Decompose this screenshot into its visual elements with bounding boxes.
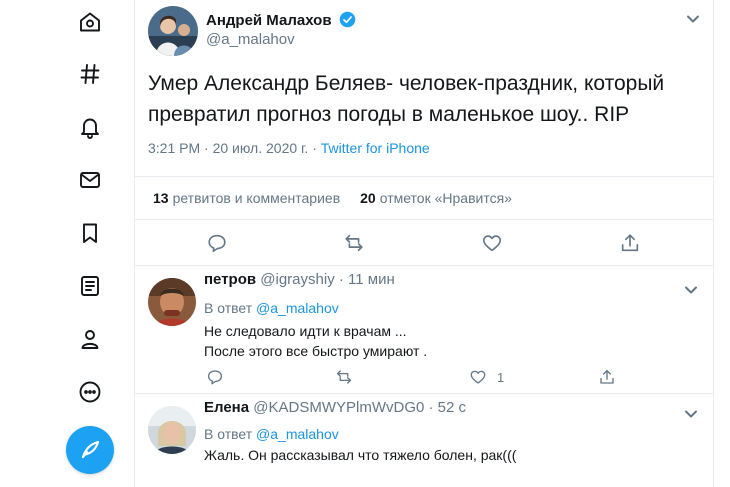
share-icon — [600, 369, 614, 384]
in-reply-to: В ответ @a_malahov — [204, 426, 339, 442]
reply-menu-chevron-icon[interactable] — [683, 406, 699, 422]
reply-author-handle[interactable]: @igrayshiy — [260, 271, 334, 288]
notifications-icon[interactable] — [76, 113, 104, 141]
tweet-actions — [135, 232, 713, 260]
tweet-menu-chevron-icon[interactable] — [685, 11, 701, 27]
retweets-stat[interactable]: 13 ретвитов и комментариев — [153, 190, 340, 206]
reply-menu-chevron-icon[interactable] — [683, 282, 699, 298]
retweets-label: ретвитов и комментариев — [172, 190, 341, 206]
reply-header: Елена @KADSMWYPlmWvDG0 · 52 с — [204, 399, 466, 416]
more-icon[interactable] — [76, 378, 104, 406]
retweet-icon — [345, 234, 363, 252]
reply-button[interactable] — [206, 232, 228, 254]
retweet-button[interactable] — [343, 232, 365, 254]
likes-label: отметок «Нравится» — [379, 190, 512, 206]
retweet-button[interactable] — [335, 368, 353, 386]
tweet-source-link[interactable]: Twitter for iPhone — [321, 140, 430, 156]
reply-icon — [208, 234, 226, 253]
likes-stat[interactable]: 20 отметок «Нравится» — [360, 190, 512, 206]
heart-icon — [482, 235, 502, 252]
left-nav-sidebar — [0, 0, 134, 487]
tweet-timestamp[interactable]: 3:21 PM · 20 июл. 2020 г. · — [148, 140, 321, 156]
reply-text: Не следовало идти к врачам ... После это… — [204, 323, 428, 359]
like-button[interactable]: 1 — [469, 368, 504, 386]
like-count: 1 — [497, 369, 505, 385]
reply-header: петров @igrayshiy · 11 мин — [204, 271, 395, 288]
main-tweet[interactable]: Андрей Малахов @a_malahov Умер Александр… — [135, 0, 713, 266]
share-button[interactable] — [598, 368, 616, 386]
main-column: Андрей Малахов @a_malahov Умер Александр… — [134, 0, 714, 487]
verified-badge-icon — [339, 11, 356, 28]
tweet-meta: 3:21 PM · 20 июл. 2020 г. · Twitter for … — [148, 140, 430, 156]
share-icon — [621, 234, 639, 252]
reply-timestamp[interactable]: · 52 с — [424, 399, 467, 416]
author-handle[interactable]: @a_malahov — [206, 31, 295, 48]
in-reply-label: В ответ — [204, 300, 257, 316]
profile-icon[interactable] — [76, 325, 104, 353]
author-avatar[interactable] — [148, 6, 198, 56]
in-reply-to: В ответ @a_malahov — [204, 300, 339, 316]
retweet-icon — [336, 370, 352, 384]
tweet-stats: 13 ретвитов и комментариев 20 отметок «Нра… — [135, 176, 713, 220]
in-reply-mention[interactable]: @a_malahov — [256, 426, 339, 442]
reply-button[interactable] — [206, 368, 224, 386]
reply-author-name[interactable]: Елена — [204, 399, 249, 416]
heart-icon — [470, 370, 486, 384]
reply-icon — [207, 370, 223, 385]
reply-author-handle[interactable]: @KADSMWYPlmWvDG0 — [253, 399, 424, 416]
compose-tweet-button[interactable] — [66, 426, 114, 474]
reply-text: Жаль. Он рассказывал что тяжело болен, р… — [204, 447, 517, 463]
reply-timestamp[interactable]: · 11 мин — [335, 271, 395, 288]
home-icon[interactable] — [76, 8, 104, 36]
reply-tweet[interactable]: Елена @KADSMWYPlmWvDG0 · 52 с В ответ @a… — [135, 394, 713, 487]
reply-author-name[interactable]: петров — [204, 271, 256, 288]
compose-tweet-icon — [81, 440, 100, 459]
retweets-count: 13 — [153, 190, 169, 206]
author-name[interactable]: Андрей Малахов — [206, 12, 332, 29]
like-button[interactable] — [481, 232, 503, 254]
reply-tweet[interactable]: петров @igrayshiy · 11 мин В ответ @a_ma… — [135, 266, 713, 394]
bookmarks-icon[interactable] — [76, 219, 104, 247]
explore-icon[interactable] — [76, 60, 104, 88]
share-button[interactable] — [619, 232, 641, 254]
lists-icon[interactable] — [76, 272, 104, 300]
reply-avatar[interactable] — [148, 406, 196, 454]
likes-count: 20 — [360, 190, 376, 206]
reply-avatar[interactable] — [148, 278, 196, 326]
in-reply-mention[interactable]: @a_malahov — [256, 300, 339, 316]
in-reply-label: В ответ — [204, 426, 257, 442]
tweet-text: Умер Александр Беляев- человек-праздник,… — [148, 72, 665, 126]
messages-icon[interactable] — [76, 166, 104, 194]
